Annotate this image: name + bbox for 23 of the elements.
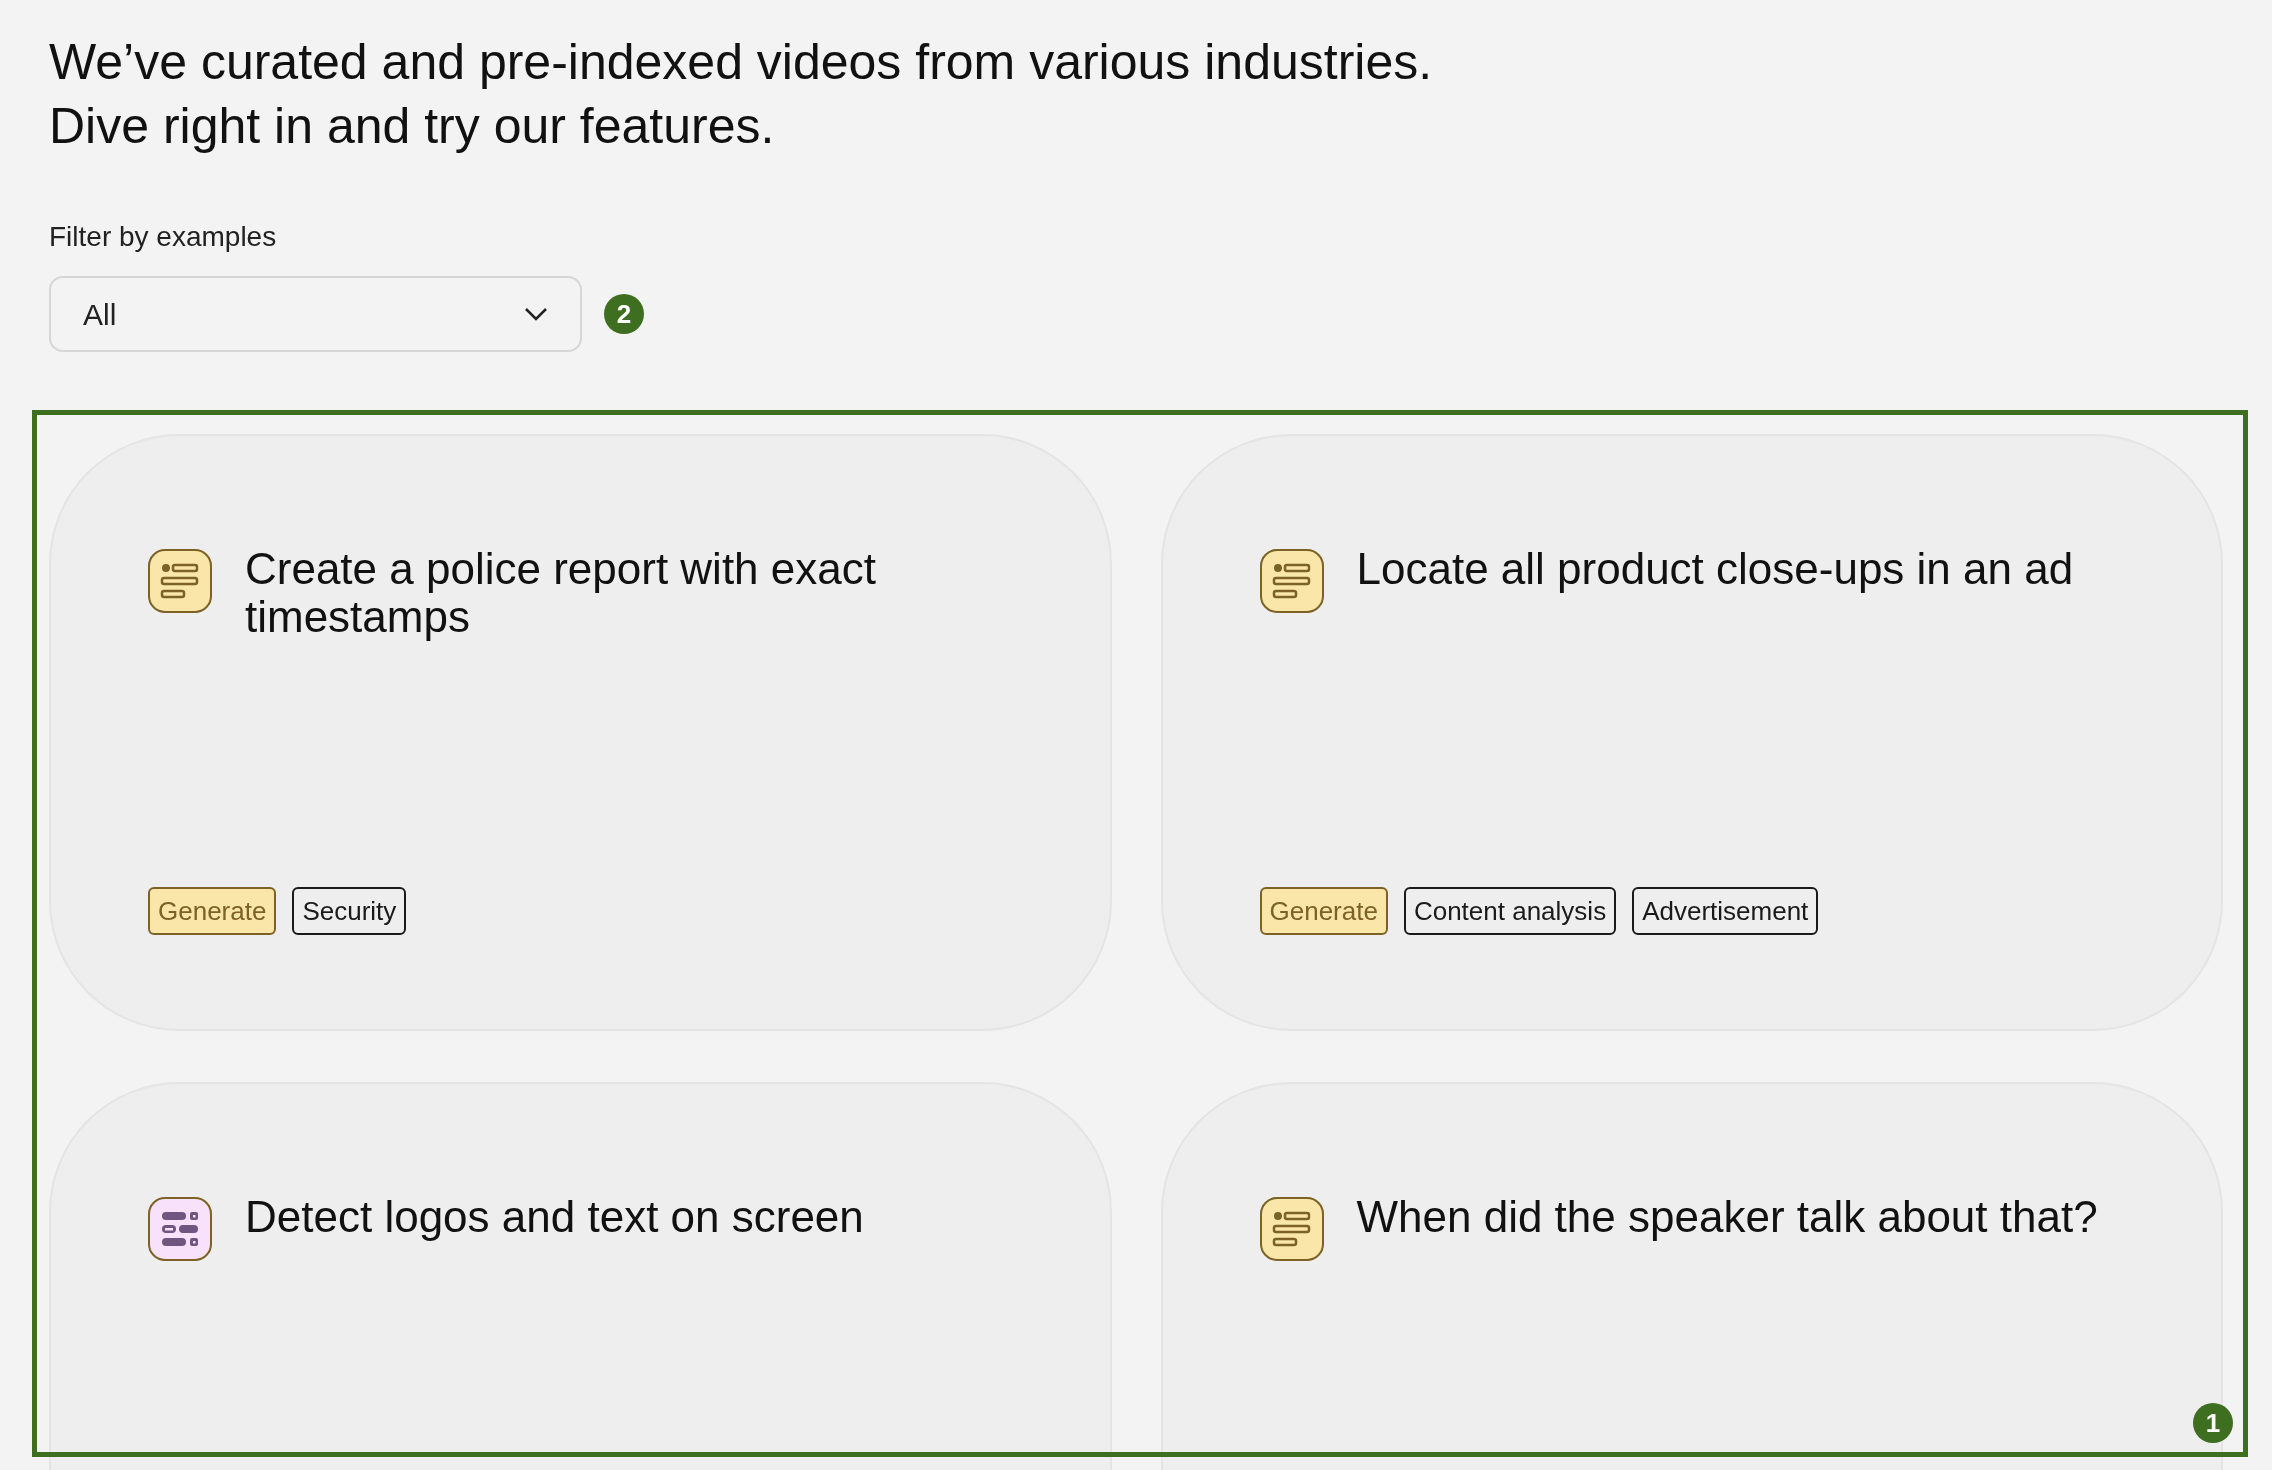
chevron-down-icon (524, 307, 548, 321)
page-heading: We’ve curated and pre-indexed videos from various industries. (49, 33, 1434, 92)
card-title: Locate all product close-ups in an ad (1356, 545, 2074, 593)
list-icon (1259, 1197, 1324, 1261)
annotation-badge: 2 (604, 294, 644, 334)
example-card[interactable]: Detect logos and text on screen (49, 1082, 1112, 1470)
card-title: Detect logos and text on screen (245, 1193, 864, 1241)
list-icon (1259, 549, 1324, 613)
tag: Advertisement (1632, 887, 1819, 935)
example-card[interactable]: Locate all product close-ups in an ad Generate Content analysis Advertisement (1160, 434, 2223, 1031)
list-icon (148, 549, 212, 613)
filter-label: Filter by examples (49, 221, 277, 252)
tag: Security (292, 887, 407, 935)
page-heading: Dive right in and try our features. (49, 97, 776, 156)
card-title: Create a police report with exact timestamps (245, 545, 877, 641)
tag: Generate (1259, 887, 1388, 935)
layout-icon (148, 1197, 212, 1261)
filter-dropdown[interactable]: All (49, 276, 582, 352)
tag: Generate (148, 887, 277, 935)
example-card[interactable]: Create a police report with exact timestamps Generate Security (49, 434, 1112, 1031)
card-title: When did the speaker talk about that? (1356, 1193, 2098, 1241)
annotation-badge: 1 (2193, 1403, 2233, 1443)
tag: Content analysis (1403, 887, 1617, 935)
